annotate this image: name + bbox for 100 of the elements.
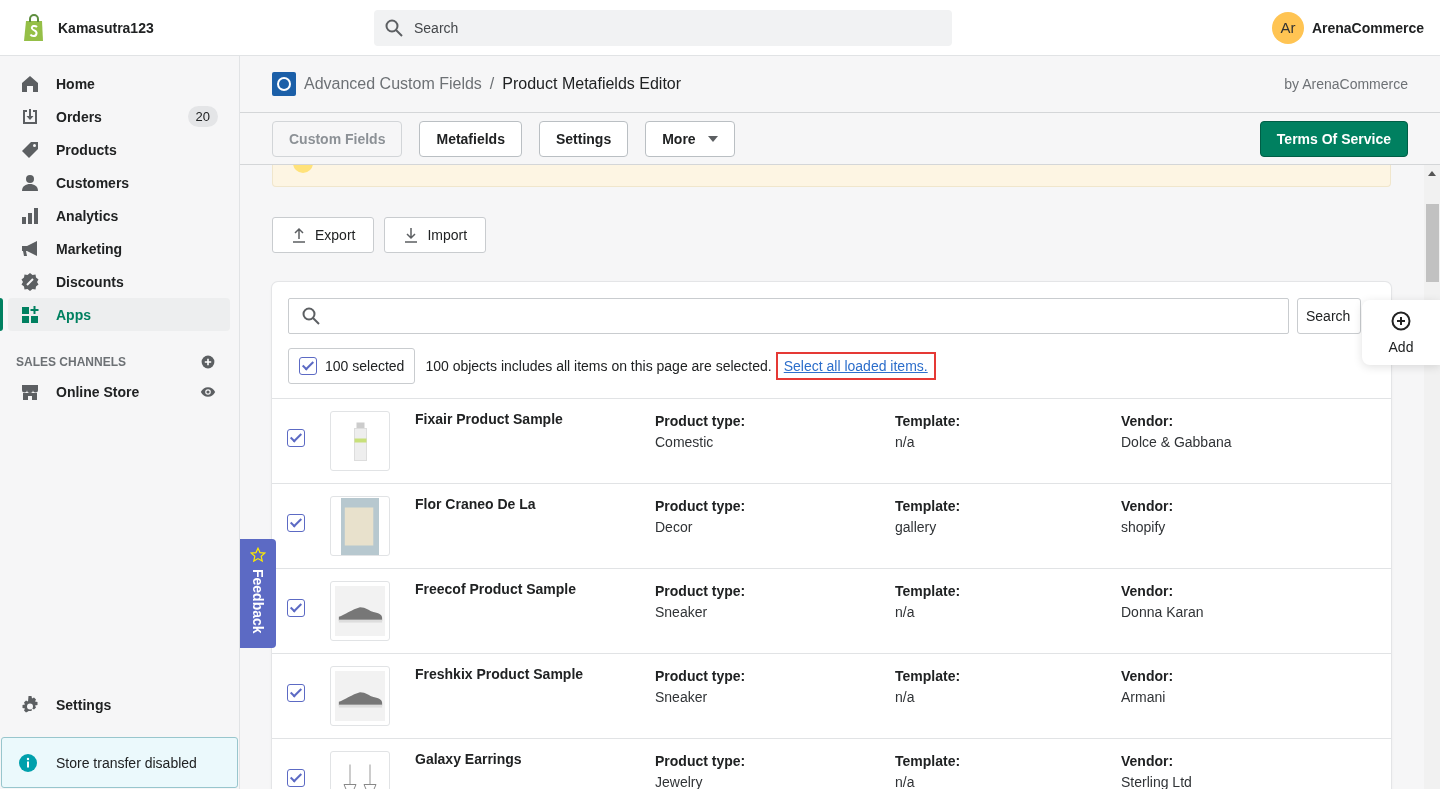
product-row[interactable]: Galaxy Earrings Product type: Jewelry Template: n/a Vendor: Sterling Ltd [272,739,1391,789]
nav-item[interactable]: Orders 20 [8,100,230,133]
app-name[interactable]: Advanced Custom Fields [304,75,482,93]
download-icon [403,227,420,243]
count-badge: 20 [187,106,218,127]
field-value: Comestic [655,434,715,450]
product-name[interactable]: Freecof Product Sample [415,581,655,597]
tab[interactable]: Metafields [419,120,522,157]
product-name[interactable]: Freshkix Product Sample [415,666,655,682]
tab[interactable]: More [645,120,735,157]
breadcrumb-separator: / [489,75,495,93]
field-value: n/a [895,689,916,705]
product-row[interactable]: Freshkix Product Sample Product type: Sneaker Template: n/a Vendor: Armani [272,654,1391,739]
search-field[interactable] [288,298,1289,334]
inbox-download-icon [20,106,40,127]
checkbox[interactable] [287,684,305,702]
field-value: gallery [895,519,938,535]
field-value: n/a [895,774,916,789]
field-value: Decor [655,519,694,535]
discount-badge-icon [20,271,40,292]
add-circle-icon [200,354,216,370]
add-circle-icon [1391,310,1411,331]
field-value: Dolce & Gabbana [1121,434,1232,450]
field-label: Product type: [655,498,747,514]
add-button[interactable]: Add [1362,300,1440,365]
import-button[interactable]: Import [384,217,487,253]
field-label: Vendor: [1121,498,1174,514]
checkbox[interactable] [287,769,305,787]
nav-item[interactable]: Discounts [8,265,230,298]
photo-placeholder [341,497,379,555]
selection-message: 100 objects includes all items on this page are selected. [425,358,772,374]
field-label: Product type: [655,753,747,769]
account-name[interactable]: ArenaCommerce [1311,19,1424,36]
app-logo-icon [272,72,296,96]
person-icon [20,172,40,193]
search-button[interactable]: Search [1297,298,1361,334]
search-icon [384,17,404,38]
field-value: Armani [1121,689,1167,705]
page-title: Product Metafields Editor [502,75,682,93]
settings-link[interactable]: Settings [8,688,230,721]
bottle-drawing [353,421,367,461]
field-value: n/a [895,604,916,620]
field-label: Product type: [655,413,747,429]
field-value: Donna Karan [1121,604,1204,620]
avatar[interactable]: Ar [1271,11,1304,44]
field-value: Jewelry [655,774,704,789]
apps-grid-icon [20,304,40,325]
nav-item[interactable]: Online Store [8,375,190,408]
field-label: Vendor: [1121,413,1175,429]
bulk-select-button[interactable]: 100 selected [288,348,416,384]
field-label: Template: [895,583,962,599]
earrings-drawing [343,763,377,789]
scrollbar-thumb[interactable] [1425,204,1439,282]
shopping-bag-logo-icon [22,13,46,42]
megaphone-icon [20,238,40,259]
field-label: Vendor: [1121,668,1174,684]
field-label: Template: [895,668,962,684]
feedback-tab[interactable]: Feedback [240,539,276,648]
field-label: Vendor: [1121,753,1175,769]
info-icon [18,752,38,773]
home-icon [20,73,40,94]
bar-chart-icon [20,205,40,226]
checkbox[interactable] [287,599,305,617]
product-row[interactable]: Flor Craneo De La Product type: Decor Template: gallery Vendor: shopify [272,484,1391,569]
search-field[interactable]: Search [374,9,952,46]
tab[interactable]: Settings [538,120,629,157]
star-icon [250,547,266,563]
terms-button[interactable]: Terms Of Service [1259,120,1408,157]
checkbox[interactable] [287,429,305,447]
nav-item[interactable]: Home [8,67,230,100]
field-label: Template: [895,753,962,769]
field-label: Template: [895,498,962,514]
tag-icon [20,139,40,160]
field-value: Sterling Ltd [1121,774,1192,789]
scroll-up-arrow-icon [1428,171,1436,176]
product-name[interactable]: Galaxy Earrings [415,751,655,767]
field-label: Product type: [655,583,747,599]
checkbox[interactable] [299,357,317,375]
field-label: Template: [895,413,962,429]
nav-item[interactable]: Products [8,133,230,166]
product-name[interactable]: Flor Craneo De La [415,496,655,512]
section-heading: SALES CHANNELS [16,355,126,369]
search-input[interactable]: Search [412,18,942,37]
nav-item[interactable]: Marketing [8,232,230,265]
product-row[interactable]: Freecof Product Sample Product type: Sneaker Template: n/a Vendor: Donna Karan [272,569,1391,654]
search-icon [301,306,321,326]
product-row[interactable]: Fixair Product Sample Product type: Comestic Template: n/a Vendor: Dolce & Gabbana [272,399,1391,484]
checkbox[interactable] [287,514,305,532]
nav-item[interactable]: Analytics [8,199,230,232]
select-all-link[interactable]: Select all loaded items. [783,357,928,375]
store-name[interactable]: Kamasutra123 [58,19,154,36]
field-value: Sneaker [655,689,709,705]
nav-item[interactable]: Customers [8,166,230,199]
export-button[interactable]: Export [272,217,375,253]
field-value: shopify [1121,519,1167,535]
gear-icon [20,694,40,715]
product-name[interactable]: Fixair Product Sample [415,411,655,427]
field-value: Sneaker [655,604,709,620]
upload-icon [291,227,307,243]
notice-text: Store transfer disabled [56,754,197,771]
